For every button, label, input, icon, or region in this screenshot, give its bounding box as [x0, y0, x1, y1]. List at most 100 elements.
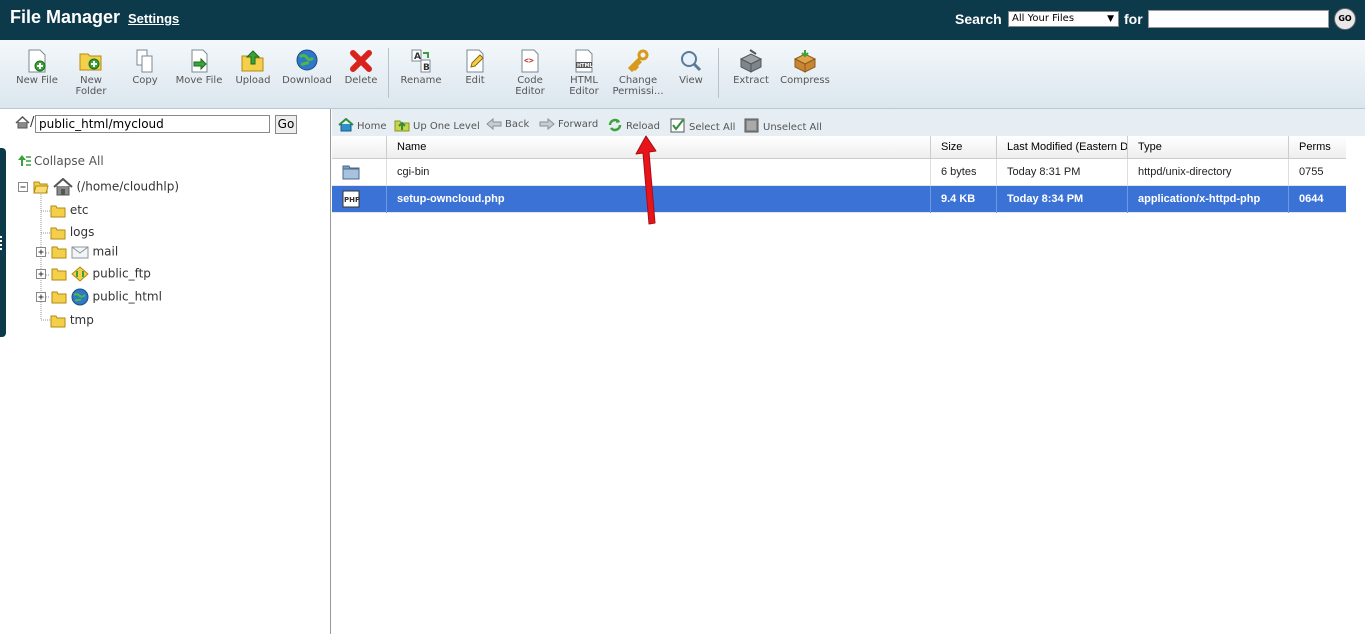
row-type: httpd/unix-directory: [1128, 159, 1289, 186]
select-all-button[interactable]: Select All: [670, 118, 735, 133]
unselect-all-button[interactable]: Unselect All: [744, 118, 822, 133]
expand-toggle-icon[interactable]: [35, 246, 47, 258]
back-button[interactable]: Back: [486, 117, 530, 131]
rename-icon: AB: [411, 49, 431, 73]
folder-icon: [51, 291, 67, 304]
toolbar-label: View: [679, 75, 703, 86]
html-editor-icon: HTML: [575, 49, 594, 73]
reload-label: Reload: [626, 121, 661, 132]
reload-icon: [608, 118, 622, 132]
forward-label: Forward: [558, 119, 599, 130]
toolbar-label: Change Permissi...: [612, 75, 664, 97]
forward-button[interactable]: Forward: [539, 117, 599, 131]
folder-icon: [51, 246, 67, 259]
reload-button[interactable]: Reload: [607, 118, 660, 132]
tree-item-label: mail: [92, 244, 119, 259]
row-icon-cell: PHP: [332, 186, 387, 213]
compress-button[interactable]: Compress: [780, 49, 830, 86]
expand-toggle-icon[interactable]: [35, 291, 47, 303]
tree-item-logs[interactable]: logs: [50, 225, 94, 240]
column-header-perms[interactable]: Perms: [1289, 136, 1346, 159]
delete-button[interactable]: Delete: [343, 49, 379, 86]
red-arrow-annotation: [635, 135, 657, 225]
toolbar-label: Code Editor: [515, 75, 545, 97]
toolbar-label: Rename: [400, 75, 442, 86]
table-row[interactable]: PHP setup-owncloud.php 9.4 KB Today 8:34…: [332, 186, 1346, 213]
folder-icon: [50, 315, 66, 327]
tree-item-etc[interactable]: etc: [50, 203, 89, 218]
search-input[interactable]: [1148, 10, 1329, 28]
row-perms: 0644: [1299, 193, 1324, 205]
row-modified: Today 8:31 PM: [997, 159, 1128, 186]
expand-toggle-icon[interactable]: [35, 268, 47, 280]
code-editor-button[interactable]: <> Code Editor: [512, 49, 548, 97]
edit-button[interactable]: Edit: [460, 49, 490, 86]
open-folder-icon: [33, 181, 49, 194]
row-size: 6 bytes: [931, 159, 997, 186]
extract-icon: [739, 49, 763, 73]
back-label: Back: [505, 119, 530, 130]
tree-item-label: tmp: [69, 313, 94, 327]
change-permissions-icon: [627, 49, 649, 73]
chevron-down-icon: ▼: [1107, 14, 1114, 24]
tree-item-label: etc: [69, 203, 89, 217]
search-scope-value: All Your Files: [1012, 13, 1075, 24]
table-row[interactable]: cgi-bin 6 bytes Today 8:31 PM httpd/unix…: [332, 159, 1346, 186]
folder-icon: [342, 165, 360, 180]
row-perms: 0755: [1299, 166, 1324, 178]
svg-text:<>: <>: [524, 56, 534, 65]
svg-text:PHP: PHP: [344, 196, 360, 204]
delete-icon: [350, 50, 372, 72]
column-header-size[interactable]: Size: [931, 136, 997, 159]
toolbar-separator: [718, 48, 719, 98]
toolbar-separator: [388, 48, 389, 98]
svg-text:A: A: [414, 52, 421, 62]
column-header-type[interactable]: Type: [1128, 136, 1289, 159]
home-button[interactable]: Home: [338, 117, 387, 132]
folder-icon: [51, 268, 67, 281]
tree-item-mail[interactable]: mail: [35, 244, 118, 260]
toolbar-label: Extract: [733, 75, 769, 86]
html-editor-button[interactable]: HTML HTML Editor: [566, 49, 602, 97]
row-size: 9.4 KB: [931, 186, 997, 213]
row-modified: Today 8:34 PM: [997, 186, 1128, 213]
svg-text:B: B: [423, 63, 430, 73]
unselect-all-label: Unselect All: [763, 122, 822, 133]
column-header-modified[interactable]: Last Modified (Eastern D: [997, 136, 1128, 159]
up-folder-icon: [394, 120, 410, 132]
search-go-button[interactable]: GO: [1334, 8, 1356, 30]
home-label: Home: [357, 121, 387, 132]
table-header: Name Size Last Modified (Eastern D Type …: [332, 136, 1346, 159]
search-label: Search: [955, 11, 1002, 27]
view-button[interactable]: View: [677, 49, 705, 86]
php-file-icon: PHP: [342, 190, 360, 208]
toolbar-label: Compress: [780, 75, 830, 86]
svg-text:HTML: HTML: [577, 63, 594, 69]
folder-icon: [50, 205, 66, 217]
navigation-bar: Home Up One Level Back Forward Reload Se…: [332, 109, 1365, 136]
tree-item-label: logs: [69, 225, 95, 239]
collapse-toggle-icon[interactable]: [17, 181, 29, 193]
toolbar-label: HTML Editor: [569, 75, 599, 97]
compress-icon: [793, 50, 817, 73]
globe-icon: [71, 288, 89, 306]
back-arrow-icon: [486, 117, 502, 131]
rename-button[interactable]: AB Rename: [398, 49, 444, 86]
tree-item-label: public_ftp: [92, 266, 151, 281]
change-permissions-button[interactable]: Change Permissi...: [612, 49, 664, 97]
tree-root[interactable]: (/home/cloudhlp): [17, 177, 179, 196]
checkbox-checked-icon: [670, 118, 685, 133]
up-one-level-label: Up One Level: [413, 121, 480, 132]
select-all-label: Select All: [689, 122, 736, 133]
home-icon: [52, 177, 73, 196]
tree-item-tmp[interactable]: tmp: [50, 313, 94, 328]
search-scope-select[interactable]: All Your Files ▼: [1008, 11, 1119, 27]
tree-item-public-ftp[interactable]: public_ftp: [35, 266, 151, 282]
forward-arrow-icon: [539, 117, 555, 131]
for-label: for: [1124, 11, 1143, 27]
up-one-level-button[interactable]: Up One Level: [394, 118, 480, 132]
checkbox-empty-icon: [744, 118, 759, 133]
extract-button[interactable]: Extract: [731, 49, 771, 86]
mail-icon: [71, 246, 89, 259]
tree-item-public-html[interactable]: public_html: [35, 288, 162, 306]
